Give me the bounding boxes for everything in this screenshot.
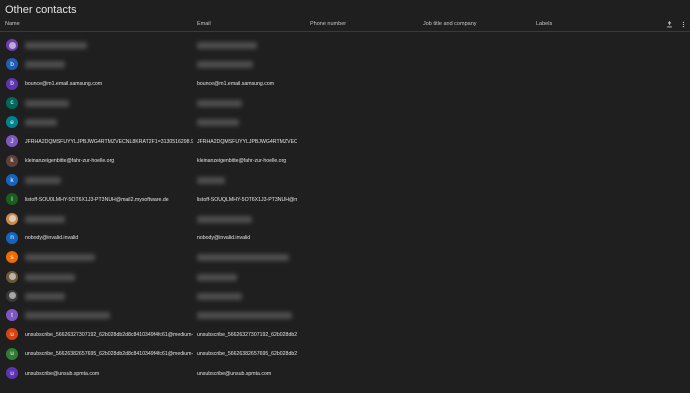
- contact-name: kleinanzeigenbitte@fahr-zur-hoelle.org: [25, 158, 115, 165]
- column-header-phone[interactable]: Phone number: [310, 21, 346, 27]
- avatar: [6, 270, 18, 283]
- avatar: b: [6, 58, 18, 71]
- redacted-name: [25, 292, 65, 300]
- contact-name: unsubscribe@unsub.spmta.com: [25, 370, 100, 377]
- table-row[interactable]: u unsubscribe@unsub.spmta.com unsubscribe@…: [0, 364, 690, 383]
- avatar: [6, 212, 18, 225]
- redacted-email: [197, 215, 252, 223]
- table-row[interactable]: n nobody@invalid.invalid nobody@invalid.in…: [0, 229, 690, 248]
- avatar: u: [6, 328, 18, 341]
- redacted-name: [25, 99, 69, 107]
- contact-name: unsubscribe_56626382657695_62b028db2d8c8…: [25, 351, 193, 358]
- table-row[interactable]: b bounce@m1.email.samsung.com bounce@m1.em…: [0, 75, 690, 94]
- redacted-email: [197, 177, 225, 185]
- redacted-name: [25, 119, 57, 127]
- table-row[interactable]: s: [0, 248, 690, 267]
- redacted-email: [197, 254, 289, 262]
- contact-name: JFRHA2DQMSFUYYLJPBJWG4RTMZVECNL8KRAT2F1=…: [25, 138, 193, 145]
- table-row[interactable]: k: [0, 171, 690, 190]
- contact-email: unsubscribe_56626327307192_62b028db2d...: [197, 331, 297, 338]
- redacted-email: [197, 119, 239, 127]
- contact-name: listoff-SOU0LMHY-5OT6X1J3-PT3NUH@mail2.m…: [25, 196, 169, 203]
- table-row[interactable]: [0, 36, 690, 55]
- redacted-email: [197, 42, 257, 49]
- avatar: t: [6, 309, 18, 322]
- column-header-name[interactable]: Name: [5, 21, 20, 27]
- avatar: k: [6, 154, 18, 167]
- avatar: u: [6, 347, 18, 360]
- table-row[interactable]: e: [0, 113, 690, 132]
- redacted-name: [25, 273, 75, 281]
- contact-email: kleinanzeigenbitte@fahr-zur-hoelle.org: [197, 158, 287, 165]
- column-header-job[interactable]: Job title and company: [423, 21, 477, 27]
- contacts-list: b b bounce@m1.email.samsung.com bounce@m1.e…: [0, 36, 690, 383]
- table-row[interactable]: u unsubscribe_56626327307192_62b028db2d8c…: [0, 325, 690, 344]
- contact-name: unsubscribe_56626327307192_62b028db2d8c8…: [25, 331, 193, 338]
- contact-name: bounce@m1.email.samsung.com: [25, 81, 103, 88]
- avatar: [6, 289, 18, 302]
- avatar: u: [6, 367, 18, 380]
- avatar: k: [6, 174, 18, 187]
- avatar: n: [6, 231, 18, 244]
- avatar: e: [6, 116, 18, 129]
- redacted-name: [25, 177, 61, 185]
- table-row[interactable]: [0, 210, 690, 229]
- avatar: [6, 39, 18, 51]
- column-header-labels[interactable]: Labels: [536, 21, 552, 27]
- avatar: c: [6, 96, 18, 109]
- redacted-email: [197, 61, 253, 69]
- contact-name: nobody@invalid.invalid: [25, 235, 79, 242]
- table-row[interactable]: b: [0, 55, 690, 74]
- table-row[interactable]: [0, 287, 690, 306]
- redacted-name: [25, 42, 87, 49]
- redacted-email: [197, 273, 237, 281]
- redacted-name: [25, 312, 110, 320]
- other-contacts-page: Other contacts Name Email Phone number J…: [0, 0, 690, 393]
- redacted-name: [25, 61, 65, 69]
- export-icon[interactable]: [666, 21, 673, 28]
- avatar: J: [6, 135, 18, 148]
- contact-email: listoff-SOUQLMHY-5OT6X1J3-PT3NUH@mai...: [197, 196, 297, 203]
- redacted-name: [25, 254, 95, 262]
- contact-email: JFRHA2DQMSFUYYLJPBJWG4RTMZVECNL...: [197, 138, 297, 145]
- avatar: l: [6, 193, 18, 206]
- more-vert-icon[interactable]: [680, 21, 687, 28]
- contact-email: nobody@invalid.invalid: [197, 235, 251, 242]
- avatar: b: [6, 77, 18, 90]
- contact-email: unsubscribe_56626382657695_62b028db2d...: [197, 351, 297, 358]
- redacted-email: [197, 312, 292, 320]
- table-row[interactable]: u unsubscribe_56626382657695_62b028db2d8c…: [0, 345, 690, 364]
- table-row[interactable]: t: [0, 306, 690, 325]
- avatar: s: [6, 251, 18, 264]
- redacted-email: [197, 99, 242, 107]
- redacted-name: [25, 215, 65, 223]
- page-title: Other contacts: [5, 4, 77, 16]
- column-header-email[interactable]: Email: [197, 21, 211, 27]
- table-row[interactable]: [0, 268, 690, 287]
- table-header: Name Email Phone number Job title and co…: [0, 17, 690, 32]
- table-row[interactable]: J JFRHA2DQMSFUYYLJPBJWG4RTMZVECNL8KRAT2F1…: [0, 132, 690, 151]
- redacted-email: [197, 292, 242, 300]
- contact-email: bounce@m1.email.samsung.com: [197, 81, 275, 88]
- table-row[interactable]: l listoff-SOU0LMHY-5OT6X1J3-PT3NUH@mail2.…: [0, 190, 690, 209]
- table-row[interactable]: k kleinanzeigenbitte@fahr-zur-hoelle.org k…: [0, 152, 690, 171]
- contact-email: unsubscribe@unsub.spmta.com: [197, 370, 272, 377]
- table-row[interactable]: c: [0, 94, 690, 113]
